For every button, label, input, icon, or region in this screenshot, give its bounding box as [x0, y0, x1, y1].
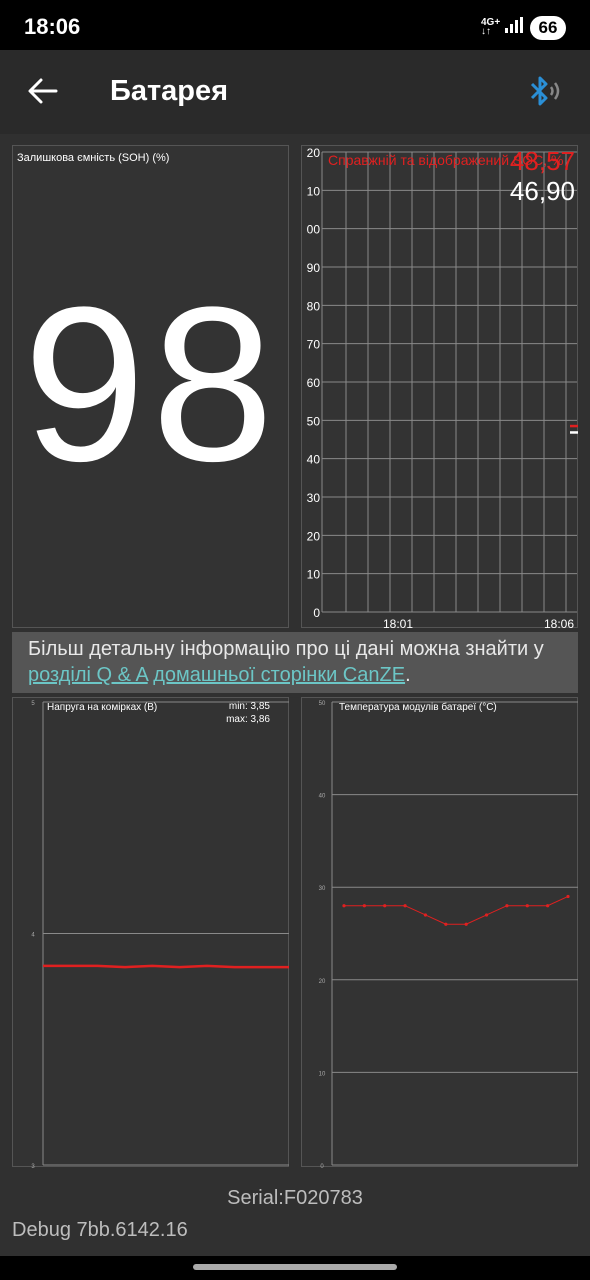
- temp-series-point: [342, 904, 346, 908]
- soc-series-point: [570, 424, 578, 428]
- temp-series-point: [566, 894, 570, 899]
- temp-y-tick-label: 50: [319, 701, 326, 707]
- temp-y-tick-label: 30: [319, 886, 326, 892]
- cell-voltage-min: min: 3,85: [228, 701, 270, 712]
- cells-y-tick-label: 5: [31, 701, 35, 707]
- displayed-soc-value: 46,90: [509, 176, 575, 206]
- page-title: Батарея: [110, 75, 229, 107]
- temp-series-point: [505, 904, 509, 908]
- soc-graph-panel: 0 10 20 30 40 50 60 70 80 90 00 10 20 18:01 18:06 Спра…: [301, 145, 578, 629]
- cell-voltage-title: Напруга на комірках (В): [47, 702, 158, 713]
- status-bar: 18:06 4G+ ↓↑ 66: [0, 0, 590, 50]
- soc-y-tick-label: 20: [307, 529, 321, 543]
- temp-series-line: [344, 896, 569, 925]
- temp-y-tick-label: 20: [319, 979, 326, 985]
- temp-series-point: [362, 904, 366, 908]
- soc-y-tick-label: 00: [307, 223, 321, 237]
- battery-icon: 66: [530, 16, 566, 40]
- serial-number: Serial:F020783: [227, 1187, 363, 1209]
- cell-voltage-minmax: min: 3,85 max: 3,86: [226, 700, 270, 726]
- soc-y-tick-label: 90: [307, 261, 321, 275]
- temp-series-point: [464, 922, 468, 926]
- soc-y-tick-label: 10: [307, 184, 321, 198]
- soc-y-tick-label: 0: [313, 606, 320, 620]
- info-box: Більш детальну інформацію про ці дані мо…: [12, 632, 578, 693]
- cells-y-tick-label: 3: [31, 1164, 35, 1168]
- network-type: 4G+ ↓↑: [481, 17, 501, 37]
- module-temp-panel: 0 10 20 30 40 50 Температура модулів батареї …: [301, 697, 578, 1168]
- temp-series-point: [403, 904, 407, 908]
- soc-y-tick-label: 40: [307, 453, 321, 467]
- soc-y-tick-label: 50: [307, 414, 321, 428]
- info-text: Більш детальну інформацію про ці дані мо…: [28, 638, 544, 660]
- bluetooth-audio-icon[interactable]: [526, 74, 566, 108]
- soc-chart: 0 10 20 30 40 50 60 70 80 90 00 10 20 18:01 18:06: [307, 146, 578, 629]
- real-soc-value: 48,57: [509, 146, 575, 176]
- qa-link[interactable]: розділі Q & A: [28, 664, 148, 686]
- soc-y-tick-label: 70: [307, 338, 321, 352]
- debug-version: Debug 7bb.6142.16: [12, 1219, 188, 1241]
- soh-label: Залишкова ємність (SOH) (%): [17, 152, 170, 164]
- arrow-left-icon[interactable]: [26, 76, 60, 106]
- temp-series-point: [546, 904, 550, 908]
- module-temp-chart: 0 10 20 30 40 50: [319, 701, 578, 1168]
- temp-series-point: [525, 904, 529, 908]
- cell-voltage-max: max: 3,86: [226, 714, 270, 725]
- soc-y-tick-label: 60: [307, 376, 321, 390]
- cell-voltage-chart: 3 4 5: [31, 701, 289, 1168]
- cells-y-tick-label: 4: [31, 933, 35, 939]
- temp-series-point: [484, 913, 489, 917]
- canze-home-link[interactable]: домашньої сторінки CanZE: [153, 664, 405, 686]
- soh-value: 98: [23, 261, 280, 507]
- soc-y-tick-label: 20: [307, 146, 321, 160]
- soh-panel: Залишкова ємність (SOH) (%) 98: [12, 145, 289, 628]
- info-text-end: .: [405, 664, 411, 686]
- soc-y-tick-label: 80: [307, 299, 321, 313]
- app-bar: Батарея: [0, 50, 590, 134]
- status-time: 18:06: [24, 14, 81, 39]
- temp-y-tick-label: 10: [319, 1071, 326, 1077]
- home-gesture-handle[interactable]: [193, 1264, 397, 1270]
- temp-y-tick-label: 0: [320, 1164, 324, 1168]
- soc-x-tick-label: 18:01: [383, 617, 413, 629]
- cell-voltage-panel: 3 4 5 Напруга на комірках (В) min: 3,85 ma…: [12, 697, 289, 1168]
- module-temp-title: Температура модулів батареї (°C): [339, 702, 497, 713]
- temp-series-point: [444, 922, 448, 926]
- soc-y-tick-label: 10: [307, 568, 321, 582]
- temp-y-tick-label: 40: [319, 794, 326, 800]
- temp-series-point: [383, 904, 387, 908]
- soc-y-tick-label: 30: [307, 491, 321, 505]
- nav-bar: [0, 1256, 590, 1280]
- soc-series-point: [570, 431, 578, 434]
- signal-icon: [505, 17, 523, 33]
- temp-series-point: [423, 913, 428, 917]
- cells-series-line: [43, 964, 289, 969]
- soc-x-tick-label: 18:06: [544, 617, 574, 629]
